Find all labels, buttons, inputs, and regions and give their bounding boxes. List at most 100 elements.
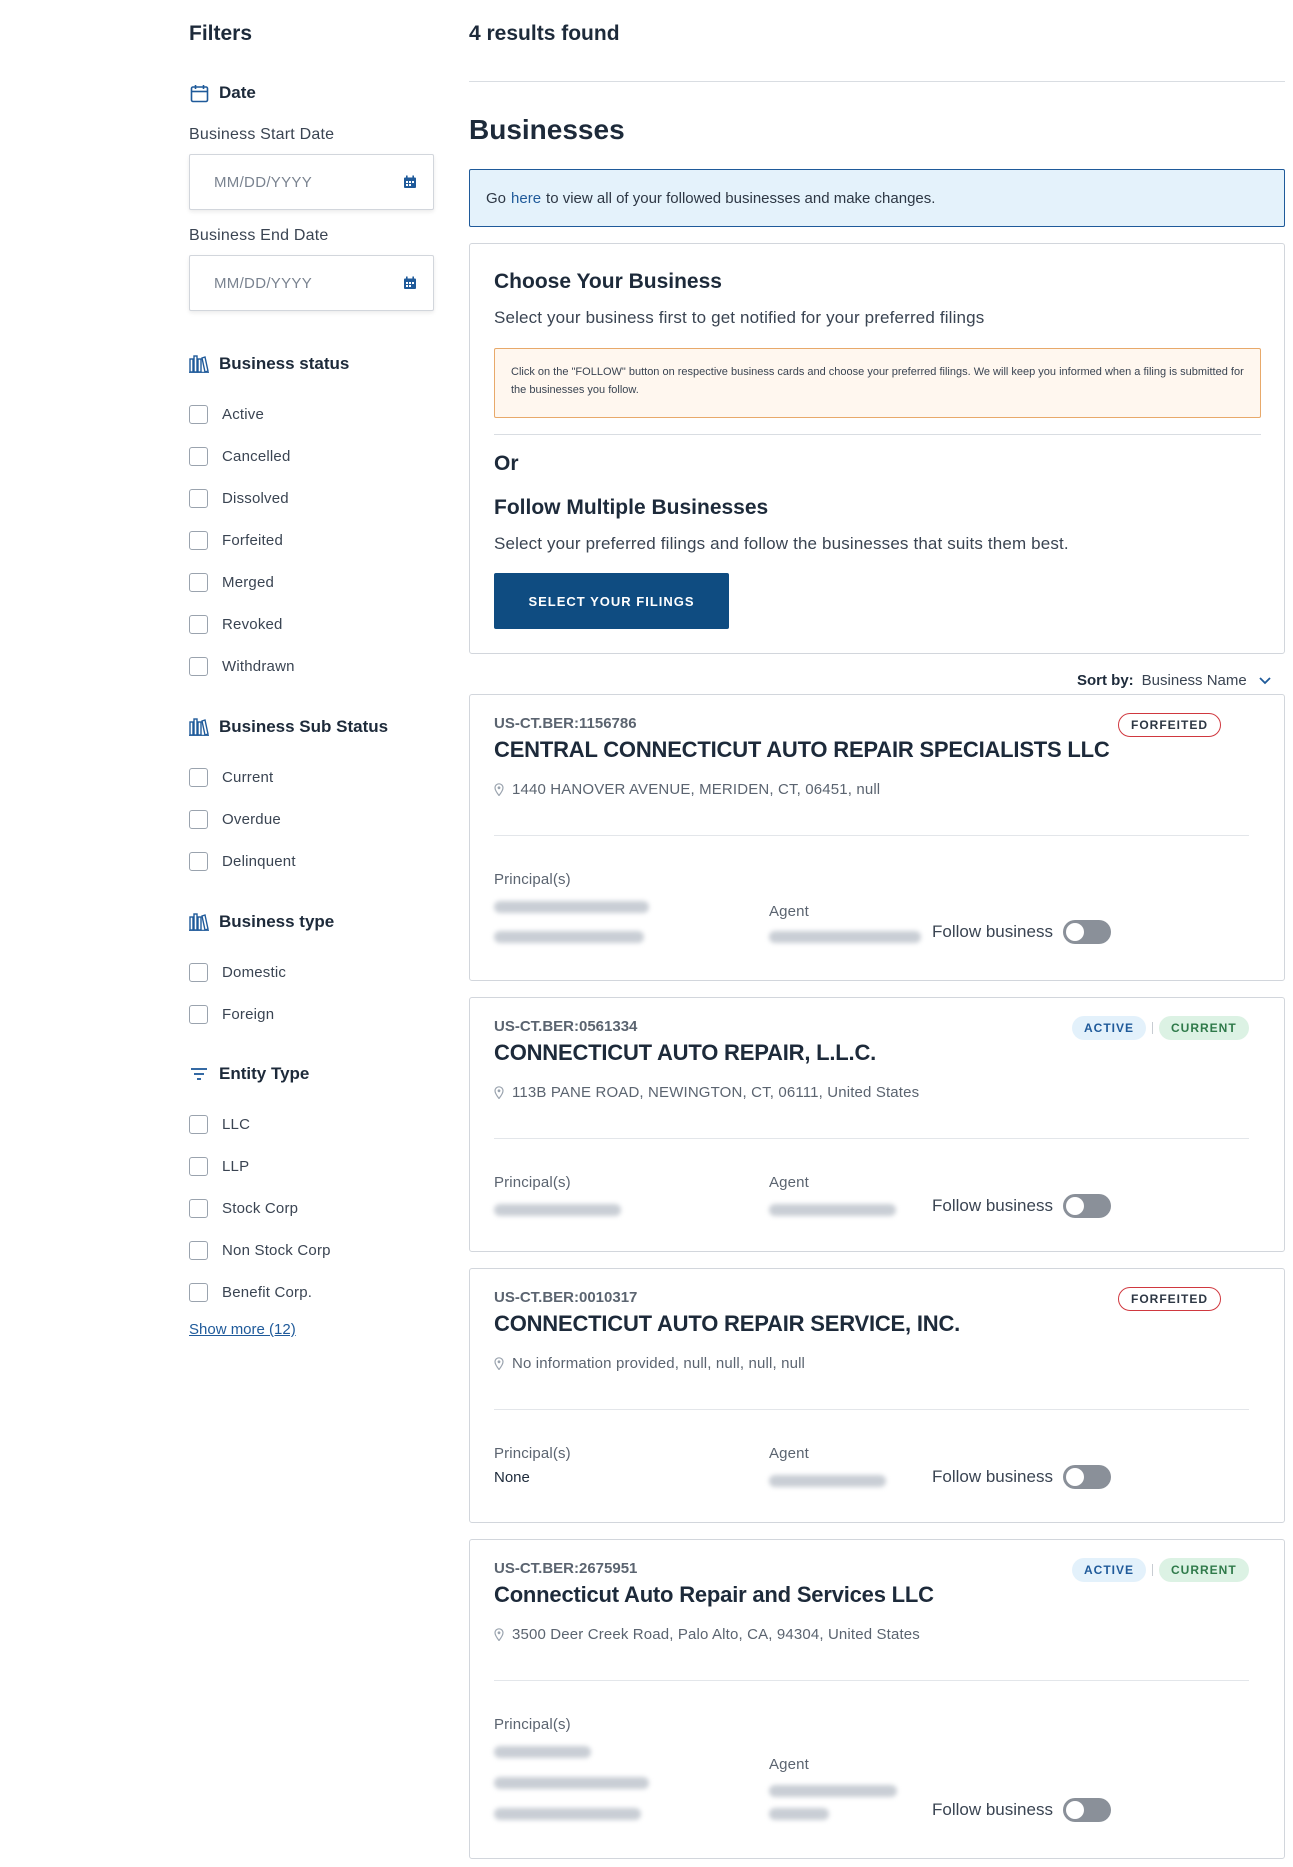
follow-toggle[interactable] (1062, 1194, 1111, 1218)
checkbox[interactable] (189, 573, 208, 592)
filter-type-domestic[interactable]: Domestic (189, 963, 286, 982)
filter-option-label: Forfeited (222, 532, 283, 549)
filter-option-label: Dissolved (222, 490, 289, 507)
filter-option-label: Cancelled (222, 448, 291, 465)
checkbox[interactable] (189, 531, 208, 550)
filter-type-foreign[interactable]: Foreign (189, 1005, 274, 1024)
follow-business-control[interactable]: Follow business (932, 1194, 1111, 1218)
filter-option-label: Revoked (222, 616, 283, 633)
follow-toggle[interactable] (1062, 1798, 1111, 1822)
choose-business-subtitle: Select your business first to get notifi… (494, 308, 985, 327)
checkbox[interactable] (189, 1005, 208, 1024)
follow-business-control[interactable]: Follow business (932, 920, 1111, 944)
end-date-input[interactable]: MM/DD/YYYY (189, 255, 434, 311)
divider (494, 1409, 1249, 1410)
business-card[interactable]: US-CT.BER:0010317 FORFEITED CONNECTICUT … (469, 1268, 1285, 1523)
filter-entity-llp[interactable]: LLP (189, 1157, 249, 1176)
business-card[interactable]: US-CT.BER:0561334 ACTIVE CURRENT CONNECT… (469, 997, 1285, 1252)
show-more-link[interactable]: Show more (12) (189, 1321, 296, 1338)
filter-option-label: Domestic (222, 964, 287, 981)
principal-value: None (494, 1469, 530, 1486)
address-text: 3500 Deer Creek Road, Palo Alto, CA, 943… (512, 1626, 920, 1643)
followed-businesses-link[interactable]: here (511, 190, 541, 207)
checkbox[interactable] (189, 405, 208, 424)
address-text: No information provided, null, null, nul… (512, 1355, 806, 1372)
start-date-input[interactable]: MM/DD/YYYY (189, 154, 434, 210)
business-name[interactable]: CONNECTICUT AUTO REPAIR SERVICE, INC. (494, 1311, 960, 1337)
agent-label: Agent (769, 903, 809, 920)
calendar-icon[interactable] (403, 276, 417, 290)
location-pin-icon (494, 1357, 504, 1370)
follow-toggle[interactable] (1062, 920, 1111, 944)
banner-prefix: Go (486, 189, 507, 207)
filter-option-label: LLC (222, 1116, 251, 1133)
checkbox[interactable] (189, 1283, 208, 1302)
filter-status-withdrawn[interactable]: Withdrawn (189, 657, 295, 676)
business-name[interactable]: CONNECTICUT AUTO REPAIR, L.L.C. (494, 1040, 876, 1066)
business-sub-status-label: Business Sub Status (219, 717, 389, 736)
filter-status-forfeited[interactable]: Forfeited (189, 531, 283, 550)
filter-option-label: LLP (222, 1158, 250, 1175)
follow-multiple-title: Follow Multiple Businesses (494, 496, 769, 519)
business-sub-status-heading: Business Sub Status (189, 717, 388, 737)
business-card[interactable]: US-CT.BER:2675951 ACTIVE CURRENT Connect… (469, 1539, 1285, 1859)
page-title: Businesses (469, 114, 625, 145)
business-card[interactable]: US-CT.BER:1156786 FORFEITED CENTRAL CONN… (469, 694, 1285, 981)
sort-dropdown[interactable]: Sort by: Business Name (1077, 672, 1271, 689)
filter-entity-benefit-corp[interactable]: Benefit Corp. (189, 1283, 312, 1302)
filter-entity-stock-corp[interactable]: Stock Corp (189, 1199, 298, 1218)
follow-toggle[interactable] (1062, 1465, 1111, 1489)
checkbox[interactable] (189, 852, 208, 871)
checkbox[interactable] (189, 810, 208, 829)
status-badge: ACTIVE (1072, 1558, 1147, 1582)
select-filings-button[interactable]: SELECT YOUR FILINGS (494, 573, 729, 629)
business-name[interactable]: Connecticut Auto Repair and Services LLC (494, 1582, 934, 1608)
checkbox[interactable] (189, 657, 208, 676)
principals-label: Principal(s) (494, 1445, 571, 1462)
follow-business-label: Follow business (932, 1800, 1053, 1819)
filter-entity-llc[interactable]: LLC (189, 1115, 250, 1134)
filter-sub-status-overdue[interactable]: Overdue (189, 810, 281, 829)
address-text: 1440 HANOVER AVENUE, MERIDEN, CT, 06451,… (512, 781, 881, 798)
filter-status-active[interactable]: Active (189, 405, 264, 424)
business-id: US-CT.BER:2675951 (494, 1560, 638, 1577)
principals-label: Principal(s) (494, 1716, 571, 1733)
address-text: 113B PANE ROAD, NEWINGTON, CT, 06111, Un… (512, 1084, 920, 1101)
filter-entity-non-stock-corp[interactable]: Non Stock Corp (189, 1241, 331, 1260)
checkbox[interactable] (189, 768, 208, 787)
agent-name-redacted (769, 1808, 829, 1820)
principal-name-redacted (494, 1808, 641, 1820)
filter-option-label: Delinquent (222, 853, 296, 870)
follow-business-control[interactable]: Follow business (932, 1465, 1111, 1489)
follow-notice: Click on the "FOLLOW" button on respecti… (494, 348, 1261, 418)
checkbox[interactable] (189, 963, 208, 982)
info-banner: Go here to view all of your followed bus… (469, 169, 1285, 227)
filter-option-label: Active (222, 406, 265, 423)
filter-sub-status-current[interactable]: Current (189, 768, 273, 787)
checkbox[interactable] (189, 447, 208, 466)
filter-status-cancelled[interactable]: Cancelled (189, 447, 291, 466)
business-status-label: Business status (219, 354, 350, 373)
filter-status-revoked[interactable]: Revoked (189, 615, 283, 634)
results-count: 4 results found (469, 22, 620, 45)
filter-status-dissolved[interactable]: Dissolved (189, 489, 289, 508)
checkbox[interactable] (189, 489, 208, 508)
checkbox[interactable] (189, 1199, 208, 1218)
start-date-label: Business Start Date (189, 126, 335, 143)
checkbox[interactable] (189, 1241, 208, 1260)
badge-separator (1152, 1022, 1154, 1034)
status-badges: FORFEITED (1118, 1287, 1221, 1311)
checkbox[interactable] (189, 615, 208, 634)
badge-separator (1152, 1564, 1154, 1576)
business-name[interactable]: CENTRAL CONNECTICUT AUTO REPAIR SPECIALI… (494, 737, 1110, 763)
checkbox[interactable] (189, 1157, 208, 1176)
filter-status-merged[interactable]: Merged (189, 573, 274, 592)
filter-sub-status-delinquent[interactable]: Delinquent (189, 852, 296, 871)
checkbox[interactable] (189, 1115, 208, 1134)
follow-business-label: Follow business (932, 922, 1053, 941)
calendar-icon[interactable] (403, 175, 417, 189)
follow-business-control[interactable]: Follow business (932, 1798, 1111, 1822)
agent-name-redacted (769, 931, 921, 943)
business-address: 1440 HANOVER AVENUE, MERIDEN, CT, 06451,… (494, 781, 880, 798)
choose-business-card: Choose Your Business Select your busines… (469, 243, 1285, 654)
